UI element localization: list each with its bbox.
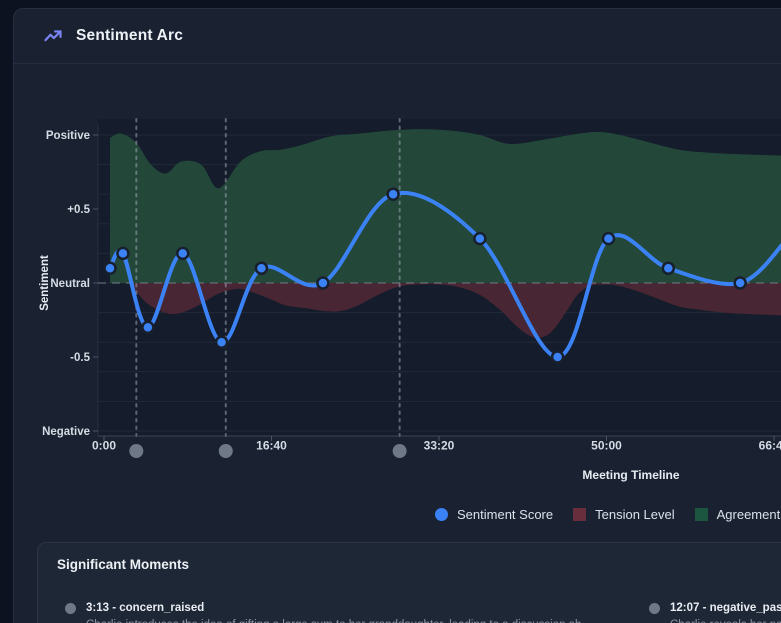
significant-moments-heading: Significant Moments (57, 557, 190, 572)
x-tick-label: 0:00 (92, 439, 116, 453)
trending-up-icon (44, 30, 62, 42)
sentiment-chart: Positive +0.5 Neutral -0.5 Negative0:00 16:40… (39, 118, 781, 482)
sentiment-point[interactable] (386, 187, 400, 201)
sentiment-point[interactable] (103, 261, 117, 275)
tension-level-swatch (573, 508, 587, 521)
sentiment-point[interactable] (601, 231, 616, 246)
sentiment-point[interactable] (733, 276, 747, 290)
y-tick-label: -0.5 (70, 352, 90, 364)
y-axis-title: Sentiment (39, 255, 51, 311)
legend-item-sentiment-score[interactable]: Sentiment Score (435, 507, 553, 522)
moment-marker-dot[interactable] (129, 444, 144, 458)
page-title: Sentiment Arc (76, 27, 184, 44)
sentiment-point[interactable] (661, 261, 676, 275)
significant-moments-panel: Significant Moments 3:13 - concern_raise… (37, 542, 781, 623)
dashboard-page: Sentiment Arc Positive +0.5 Neutral -0.5 Neg… (0, 0, 781, 623)
moment-title: 3:13 - concern_raised (86, 602, 205, 614)
legend-label: Agreement (716, 507, 781, 522)
moment-title: 12:07 - negative_past_e (670, 602, 781, 614)
moment-marker-dot[interactable] (218, 444, 233, 458)
y-tick-label: +0.5 (67, 204, 90, 216)
moment-description: Charlie reveals her pas (670, 618, 781, 623)
moments-list: 3:13 - concern_raised Charlie introduces… (57, 601, 781, 623)
x-axis-title: Meeting Timeline (582, 468, 679, 482)
x-tick-label: 50:00 (591, 439, 622, 453)
sentiment-point[interactable] (316, 276, 330, 290)
sentiment-point[interactable] (473, 231, 487, 246)
list-item[interactable]: 12:07 - negative_past_e Charlie reveals … (641, 601, 781, 623)
sentiment-point[interactable] (175, 246, 190, 261)
y-tick-label: Positive (46, 130, 90, 142)
y-tick-label: Negative (42, 426, 90, 438)
legend-label: Sentiment Score (457, 507, 554, 522)
sentiment-point[interactable] (116, 246, 130, 261)
list-item[interactable]: 3:13 - concern_raised Charlie introduces… (57, 601, 641, 623)
card-header: Sentiment Arc (14, 9, 781, 64)
x-tick-label: 16:40 (256, 439, 287, 453)
moment-bullet-icon (649, 603, 660, 614)
moment-marker-dot[interactable] (392, 444, 407, 458)
sentiment-point[interactable] (214, 335, 229, 349)
agreement-swatch (694, 508, 708, 521)
y-tick-label: Neutral (50, 278, 90, 290)
legend-item-tension-level[interactable]: Tension Level (573, 507, 675, 522)
sentiment-point[interactable] (141, 320, 155, 335)
sentiment-arc-card: Sentiment Arc Positive +0.5 Neutral -0.5 Neg… (13, 8, 781, 623)
x-tick-label: 33:20 (424, 439, 455, 453)
moment-bullet-icon (65, 603, 76, 614)
chart-legend: Sentiment Score Tension Level Agreement (435, 507, 780, 522)
moment-description: Charlie introduces the idea of gifting a… (86, 618, 581, 623)
sentiment-point[interactable] (550, 350, 565, 364)
x-tick-label: 66:40 (759, 439, 781, 453)
sentiment-score-swatch (435, 508, 448, 521)
sentiment-point[interactable] (254, 261, 269, 275)
legend-item-agreement[interactable]: Agreement (694, 507, 781, 522)
legend-label: Tension Level (595, 507, 675, 522)
